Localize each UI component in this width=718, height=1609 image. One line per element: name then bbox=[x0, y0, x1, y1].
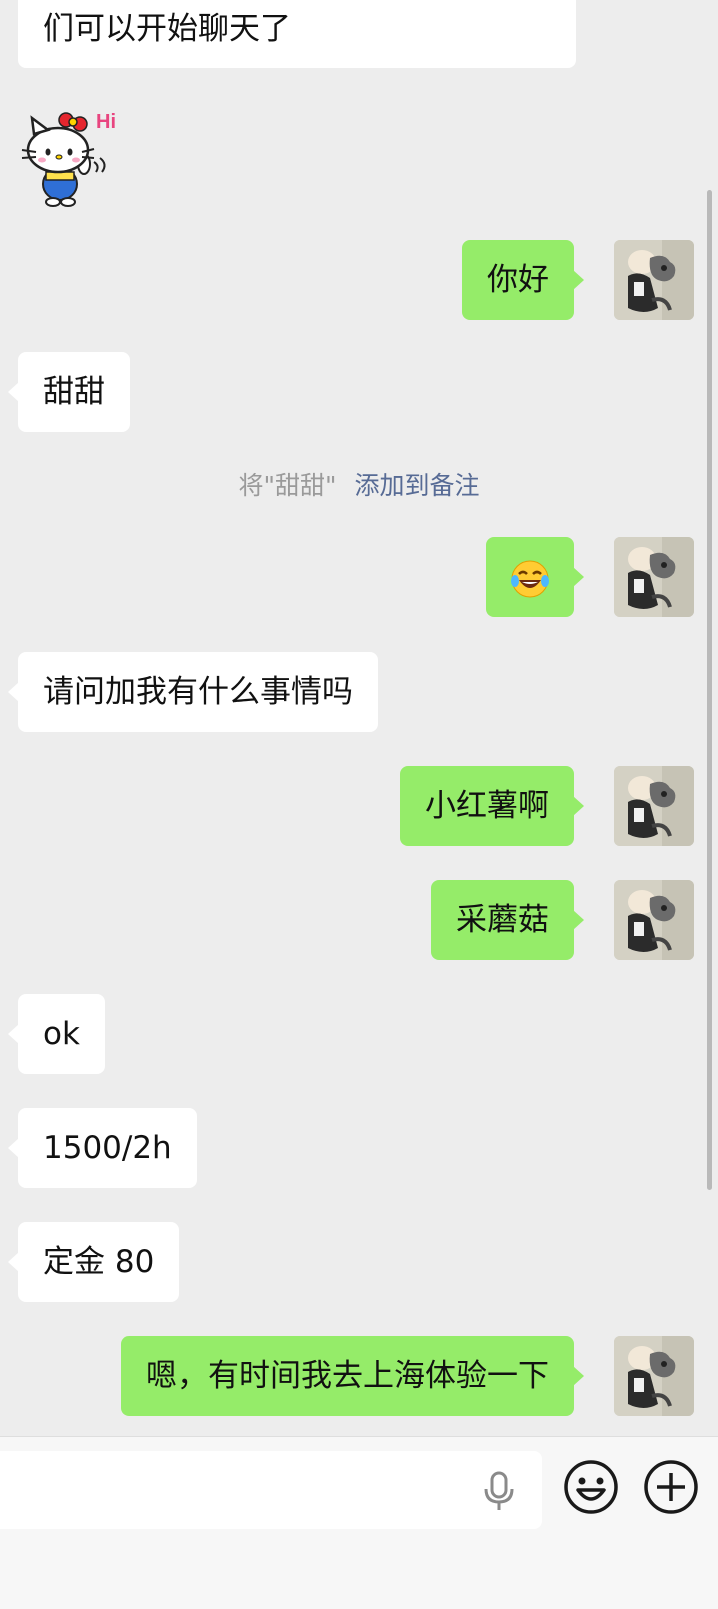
message-incoming[interactable]: 1500/2h bbox=[8, 1108, 197, 1188]
microphone-icon[interactable] bbox=[482, 1471, 516, 1511]
message-text: 1500/2h bbox=[43, 1130, 172, 1166]
message-outgoing[interactable]: 采蘑菇 bbox=[431, 880, 584, 960]
sticker-hi-text: Hi bbox=[96, 111, 116, 133]
message-text: 小红薯啊 bbox=[425, 788, 549, 824]
hello-kitty-sticker[interactable]: Hi bbox=[18, 104, 130, 208]
my-avatar[interactable] bbox=[614, 240, 694, 320]
message-outgoing[interactable]: 嗯，有时间我去上海体验一下 bbox=[121, 1336, 584, 1416]
message-incoming[interactable]: 们可以开始聊天了 bbox=[18, 0, 576, 68]
avatar-image bbox=[614, 766, 694, 846]
message-incoming[interactable]: 定金 80 bbox=[7, 1222, 180, 1302]
message-text: 嗯，有时间我去上海体验一下 bbox=[146, 1358, 549, 1394]
message-text: 你好 bbox=[487, 262, 549, 298]
message-outgoing[interactable]: 你好 bbox=[462, 240, 584, 320]
laughing-with-tears-emoji-icon bbox=[511, 560, 549, 597]
system-note-text: 将"甜甜" bbox=[238, 471, 337, 500]
message-incoming[interactable]: ok bbox=[8, 994, 105, 1074]
smiley-icon[interactable] bbox=[563, 1459, 619, 1515]
my-avatar[interactable] bbox=[614, 1336, 694, 1416]
message-text: 请问加我有什么事情吗 bbox=[43, 674, 353, 710]
avatar-image bbox=[614, 537, 694, 617]
avatar-image bbox=[614, 1336, 694, 1416]
my-avatar[interactable] bbox=[614, 537, 694, 617]
my-avatar[interactable] bbox=[614, 880, 694, 960]
my-avatar[interactable] bbox=[614, 766, 694, 846]
avatar-image bbox=[614, 240, 694, 320]
hello-kitty-icon: Hi bbox=[21, 111, 116, 207]
system-note: 将"甜甜" 添加到备注 bbox=[0, 466, 718, 502]
message-text: 定金 80 bbox=[43, 1244, 155, 1280]
message-outgoing[interactable]: 小红薯啊 bbox=[400, 766, 584, 846]
avatar-image bbox=[614, 880, 694, 960]
add-remark-link[interactable]: 添加到备注 bbox=[354, 471, 479, 500]
message-incoming[interactable]: 请问加我有什么事情吗 bbox=[8, 652, 378, 732]
input-bar bbox=[0, 1436, 718, 1609]
message-text: 们可以开始聊天了 bbox=[43, 11, 291, 47]
message-input[interactable] bbox=[0, 1451, 542, 1529]
message-text: 甜甜 bbox=[43, 374, 105, 410]
message-outgoing[interactable] bbox=[486, 537, 584, 617]
chat-area[interactable]: 们可以开始聊天了 Hi 你好 甜甜 将"甜甜" 添加到备注 请问加我有什么事情吗… bbox=[0, 0, 718, 1436]
plus-circle-icon[interactable] bbox=[643, 1459, 699, 1515]
message-text: ok bbox=[43, 1016, 80, 1052]
message-incoming[interactable]: 甜甜 bbox=[8, 352, 130, 432]
scrollbar[interactable] bbox=[707, 190, 712, 1190]
message-text: 采蘑菇 bbox=[456, 902, 549, 938]
